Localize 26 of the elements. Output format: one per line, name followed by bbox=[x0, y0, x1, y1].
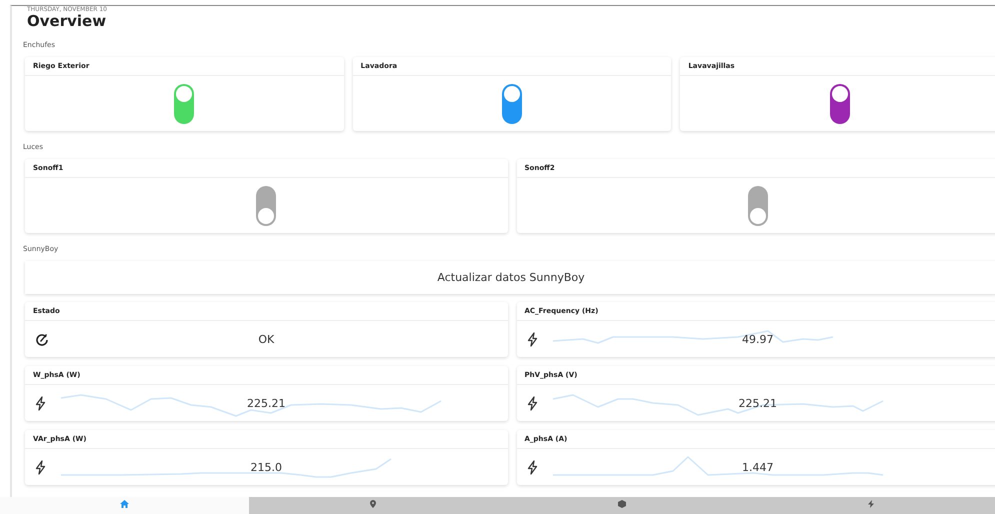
update-button[interactable]: Actualizar datos SunnyBoy bbox=[25, 261, 995, 294]
location-pin-icon bbox=[370, 500, 376, 508]
sensor-value: OK bbox=[258, 332, 274, 346]
nav-tab[interactable] bbox=[248, 497, 498, 514]
sensor-value: 225.21 bbox=[247, 396, 286, 410]
toggle-switch[interactable] bbox=[830, 84, 850, 124]
gauge-icon bbox=[35, 332, 48, 346]
lightning-icon bbox=[526, 460, 538, 474]
box-icon bbox=[618, 500, 626, 508]
toggle-switch[interactable] bbox=[748, 186, 768, 226]
nav-tab[interactable] bbox=[746, 497, 995, 514]
sensor-value: 225.21 bbox=[738, 396, 777, 410]
lightning-icon bbox=[526, 396, 538, 410]
nav-tab[interactable] bbox=[0, 497, 249, 514]
sensor-value: 49.97 bbox=[742, 332, 774, 346]
toggle-switch[interactable] bbox=[256, 186, 276, 226]
toggle-switch[interactable] bbox=[174, 84, 194, 124]
page-title: Overview bbox=[26, 13, 108, 29]
lightning-icon bbox=[526, 332, 538, 346]
lightning-icon bbox=[35, 396, 46, 410]
sensor-value: 215.0 bbox=[250, 460, 282, 474]
home-icon bbox=[120, 500, 129, 508]
lightning-icon bbox=[868, 500, 874, 508]
lightning-icon bbox=[35, 460, 46, 474]
toggle-switch[interactable] bbox=[502, 84, 522, 124]
sensor-value: 1.447 bbox=[742, 460, 774, 474]
